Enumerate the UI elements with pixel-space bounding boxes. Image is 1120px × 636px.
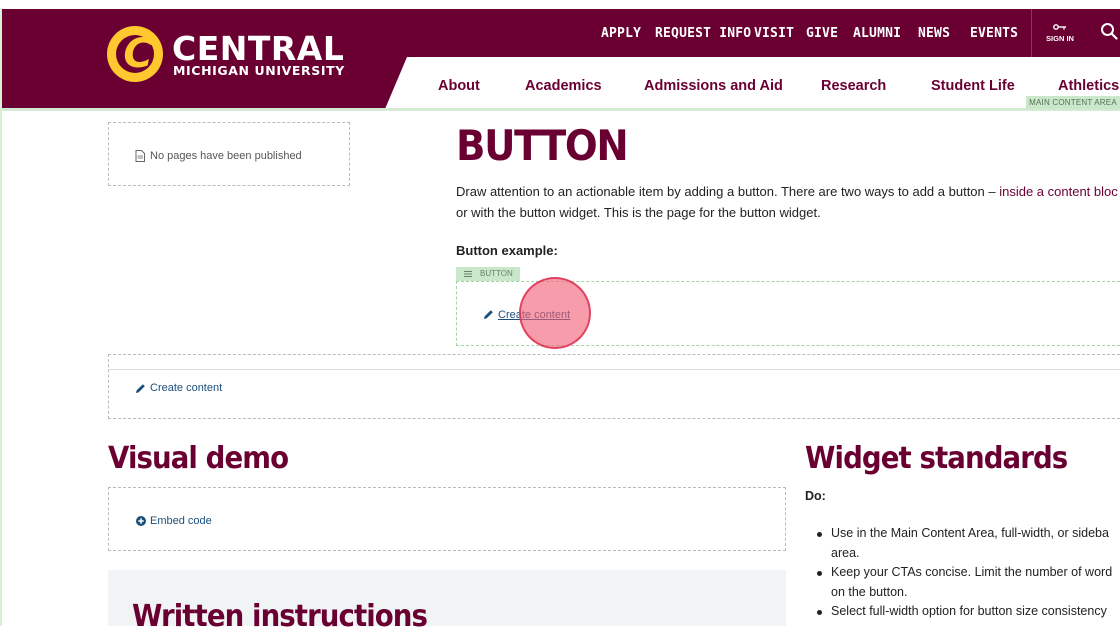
- nav-item-student-life[interactable]: Student Life: [931, 76, 1015, 96]
- utility-link-news[interactable]: NEWS: [918, 24, 950, 44]
- utility-link-give[interactable]: GIVE: [806, 24, 838, 44]
- document-icon: [135, 150, 145, 162]
- visual-demo-heading: Visual demo: [108, 441, 289, 476]
- nav-item-research[interactable]: Research: [821, 76, 886, 96]
- list-item: Use in the Main Content Area, full-width…: [805, 524, 1120, 544]
- utility-link-request-info[interactable]: REQUEST INFO: [655, 24, 751, 44]
- brand-name[interactable]: CENTRAL: [172, 31, 344, 67]
- do-label: Do:: [805, 489, 826, 503]
- button-widget-tag[interactable]: BUTTON: [456, 267, 520, 281]
- header-divider: [2, 108, 1120, 111]
- widget-standards-heading: Widget standards: [805, 441, 1068, 476]
- nav-item-athletics[interactable]: Athletics: [1058, 76, 1119, 96]
- main-content-area-label: MAIN CONTENT AREA: [1026, 96, 1120, 109]
- create-content-link[interactable]: Create content: [498, 309, 570, 322]
- nav-item-academics[interactable]: Academics: [525, 76, 602, 96]
- sidebar-empty-text: No pages have been published: [150, 150, 302, 162]
- standards-list: Use in the Main Content Area, full-width…: [805, 524, 1120, 622]
- utility-link-visit[interactable]: VISIT: [754, 24, 794, 44]
- intro-text-line2: or with the button widget. This is the p…: [456, 205, 821, 220]
- pencil-icon: [136, 384, 145, 393]
- nav-item-admissions-and-aid[interactable]: Admissions and Aid: [644, 76, 783, 96]
- brand-subtitle[interactable]: MICHIGAN UNIVERSITY: [173, 64, 345, 78]
- key-icon: [1053, 24, 1066, 30]
- utility-link-apply[interactable]: APPLY: [601, 24, 641, 44]
- utility-link-events[interactable]: EVENTS: [970, 24, 1018, 44]
- drag-handle-icon[interactable]: [464, 270, 472, 278]
- full-width-region[interactable]: [108, 354, 1120, 419]
- logo-c-mark: C: [123, 31, 153, 77]
- list-item: Select full-width option for button size…: [805, 602, 1120, 622]
- list-item: Keep your CTAs concise. Limit the number…: [805, 563, 1120, 583]
- intro-paragraph: Draw attention to an actionable item by …: [456, 181, 1120, 223]
- button-example-label: Button example:: [456, 243, 558, 258]
- region-divider: [108, 369, 1120, 370]
- utility-separator: [1031, 9, 1032, 57]
- plus-circle-icon: [136, 516, 146, 526]
- utility-link-alumni[interactable]: ALUMNI: [853, 24, 901, 44]
- pencil-icon: [484, 310, 493, 319]
- nav-item-about[interactable]: About: [438, 76, 480, 96]
- written-instructions-heading: Written instructions: [132, 599, 428, 634]
- button-widget-label: BUTTON: [480, 269, 513, 278]
- search-icon[interactable]: [1100, 22, 1118, 40]
- inside-content-block-link[interactable]: inside a content bloc: [999, 184, 1118, 199]
- list-item-continuation: area.: [831, 545, 860, 560]
- sign-in-button[interactable]: SIGN IN: [1043, 34, 1077, 43]
- intro-text: Draw attention to an actionable item by …: [456, 184, 1000, 199]
- create-content-link-full-width[interactable]: Create content: [150, 382, 222, 395]
- list-item-continuation: on the button.: [831, 584, 908, 599]
- page-title: BUTTON: [456, 121, 629, 170]
- embed-code-link[interactable]: Embed code: [150, 514, 212, 528]
